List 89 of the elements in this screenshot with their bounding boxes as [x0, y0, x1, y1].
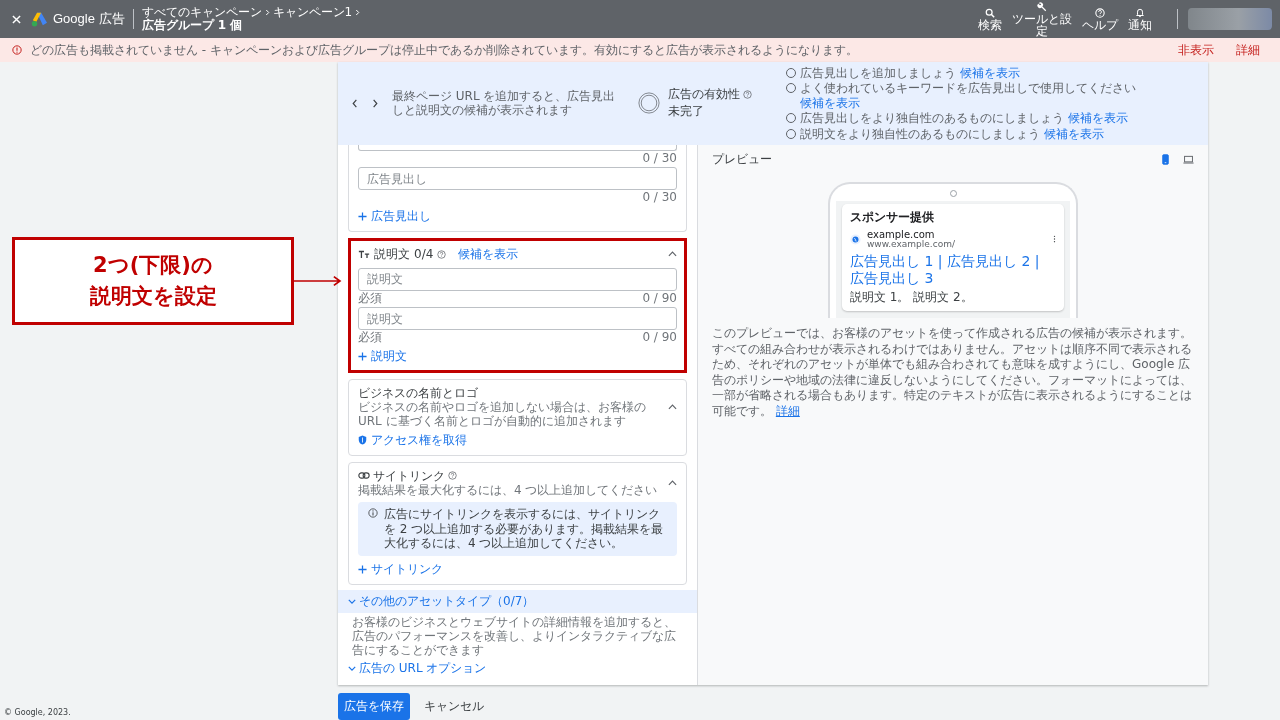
search-icon [985, 7, 995, 18]
help-icon[interactable] [743, 90, 752, 100]
other-assets-header[interactable]: その他のアセットタイプ（0/7） [338, 589, 697, 613]
bell-icon [1135, 7, 1145, 18]
help-icon [1095, 7, 1105, 18]
chevron-right-icon[interactable] [372, 98, 378, 108]
chevron-icon[interactable] [668, 404, 677, 411]
character-counter: 0 / 90 [642, 290, 677, 306]
breadcrumb-link[interactable]: すべてのキャンペーン [141, 5, 262, 19]
suggestion-text: よく使われているキーワードを広告見出しで使用してください 候補を表示 [800, 81, 1137, 111]
input-field[interactable]: 説明文 [358, 267, 677, 291]
url-options-link[interactable]: 広告の URL オプション [348, 659, 687, 677]
chevron-right-icon [264, 8, 270, 16]
product-name: Google 広告 [53, 10, 125, 28]
strength-status: 未完了 [668, 103, 705, 121]
input-field[interactable]: 説明文 [358, 307, 677, 331]
add-headline-link[interactable]: 広告見出し [358, 207, 677, 225]
chevron-icon[interactable] [668, 480, 677, 487]
toolbar-button[interactable]: ツールと設定 [1007, 1, 1077, 37]
alert-message: どの広告も掲載されていません - キャンペーンおよび広告グループは停止中であるか削除されています。有効にすると広告が表示されるようになります。 [30, 41, 858, 59]
phone-icon[interactable] [1160, 153, 1171, 165]
section-title: サイトリンク [373, 468, 445, 484]
breadcrumb-link[interactable]: キャンペーン1 [272, 5, 353, 19]
wrench-icon [1037, 1, 1047, 12]
info-icon [368, 508, 378, 519]
ad-description: 説明文 1。 説明文 2。 [850, 289, 974, 307]
current-page-title: 広告グループ 1 個 [141, 19, 244, 33]
suggestion-link[interactable]: 候補を表示 [959, 66, 1020, 80]
save-button[interactable]: 広告を保存 [338, 692, 410, 720]
required-label: 必須 [358, 290, 382, 306]
section-description: ビジネスの名前やロゴを追加しない場合は、お客様の URL に基づく名前とロゴが自動的に追加されます [358, 399, 647, 429]
learn-more-link[interactable]: 詳細 [775, 403, 800, 418]
strength-title: 広告の有効性 [668, 86, 740, 104]
hint-text: 最終ページ URL を追加すると、広告見出しと説明文の候補が表示されます [392, 89, 617, 118]
character-counter: 0 / 30 [642, 150, 677, 166]
section-description: お客様のビジネスとウェブサイトの詳細情報を追加すると、広告のパフォーマンスを改善し、よりインタラクティブな広告にすることができます [351, 613, 677, 660]
callout-text: 2つ(下限)の [93, 251, 213, 279]
section-description: 掲載結果を最大化するには、4 つ以上追加してください [358, 483, 658, 498]
sponsored-label: スポンサー提供 [850, 208, 935, 226]
text-size-icon [358, 249, 370, 259]
chevron-icon[interactable] [668, 251, 677, 258]
callout-text: 説明文を設定 [89, 283, 217, 310]
get-access-link[interactable]: アクセス権を取得 [358, 431, 677, 449]
shield-icon [358, 435, 367, 446]
info-text: 広告にサイトリンクを表示するには、サイトリンクを 2 つ以上追加する必要があります。掲載結果を最大化するには、4 つ以上追加してください。 [384, 507, 665, 551]
section-title: 説明文 [374, 245, 410, 263]
toolbar-button[interactable]: 検索 [973, 7, 1007, 31]
suggestion-link[interactable]: 候補を表示 [1067, 111, 1128, 126]
chevron-right-icon [355, 8, 361, 16]
toolbar-button[interactable]: ヘルプ [1077, 7, 1123, 31]
input-field[interactable]: 広告見出し [358, 167, 677, 191]
more-icon[interactable] [1053, 235, 1056, 244]
help-icon[interactable] [448, 471, 457, 481]
alert-link[interactable]: 非表示 [1178, 41, 1214, 59]
laptop-icon[interactable] [1183, 153, 1194, 165]
ad-domain: example.com [867, 228, 936, 240]
chevron-left-icon[interactable] [352, 98, 358, 108]
character-counter: 0 / 90 [642, 330, 677, 345]
preview-note: このプレビューでは、お客様のアセットを使って作成される広告の候補が表示されます。すべての組み合わせが表示されるわけではありません。アセットは順序不同で表示されるため、それぞれのアセットが単体でも組み合わされても意味を成すようにし、Google 広告のポリシーや地域の法律に違反しないようにしてください。フォーマットによっては、一部が省略される場合もあります。特定のテキストが広告に表示されるようにすることは可能です。 詳細 [712, 325, 1193, 420]
suggestion-text: 説明文をより独自性のあるものにしましょう 候補を表示 [800, 126, 1104, 141]
preview-title: プレビュー [712, 150, 772, 168]
suggestion-text: 広告見出しをより独自性のあるものにしましょう 候補を表示 [800, 111, 1128, 126]
section-title: ビジネスの名前とロゴ [358, 385, 479, 400]
add-description-link[interactable]: 説明文 [358, 347, 677, 365]
character-counter: 0 / 30 [642, 190, 677, 205]
required-label: 必須 [358, 330, 382, 345]
plus-icon [358, 211, 367, 221]
suggestion-text: 広告見出しを追加しましょう 候補を表示 [800, 66, 1020, 81]
plus-icon [358, 351, 367, 361]
suggestion-link[interactable]: 候補を表示 [800, 95, 860, 110]
globe-icon [850, 233, 861, 245]
alert-link[interactable]: 詳細 [1236, 41, 1260, 59]
logo-icon [31, 11, 48, 27]
show-suggestions-link[interactable]: 候補を表示 [458, 245, 519, 263]
ad-url: www.example.com/ [867, 239, 955, 250]
link-icon [358, 472, 370, 480]
copyright: © Google, 2023. [4, 708, 71, 717]
strength-ring-icon [638, 92, 660, 115]
error-icon [12, 45, 22, 55]
ad-headline[interactable]: 広告見出し 1 | 広告見出し 2 | 広告見出し 3 [850, 252, 1056, 287]
suggestion-link[interactable]: 候補を表示 [1043, 126, 1104, 141]
close-icon[interactable] [12, 14, 21, 24]
input-field[interactable] [358, 144, 677, 151]
toolbar-button[interactable]: 通知 [1123, 7, 1157, 31]
cancel-button[interactable]: キャンセル [418, 692, 490, 720]
add-sitelink-link[interactable]: サイトリンク [358, 560, 677, 578]
plus-icon [358, 564, 367, 574]
help-icon[interactable] [437, 249, 447, 259]
asset-count: 0/4 [414, 247, 434, 262]
